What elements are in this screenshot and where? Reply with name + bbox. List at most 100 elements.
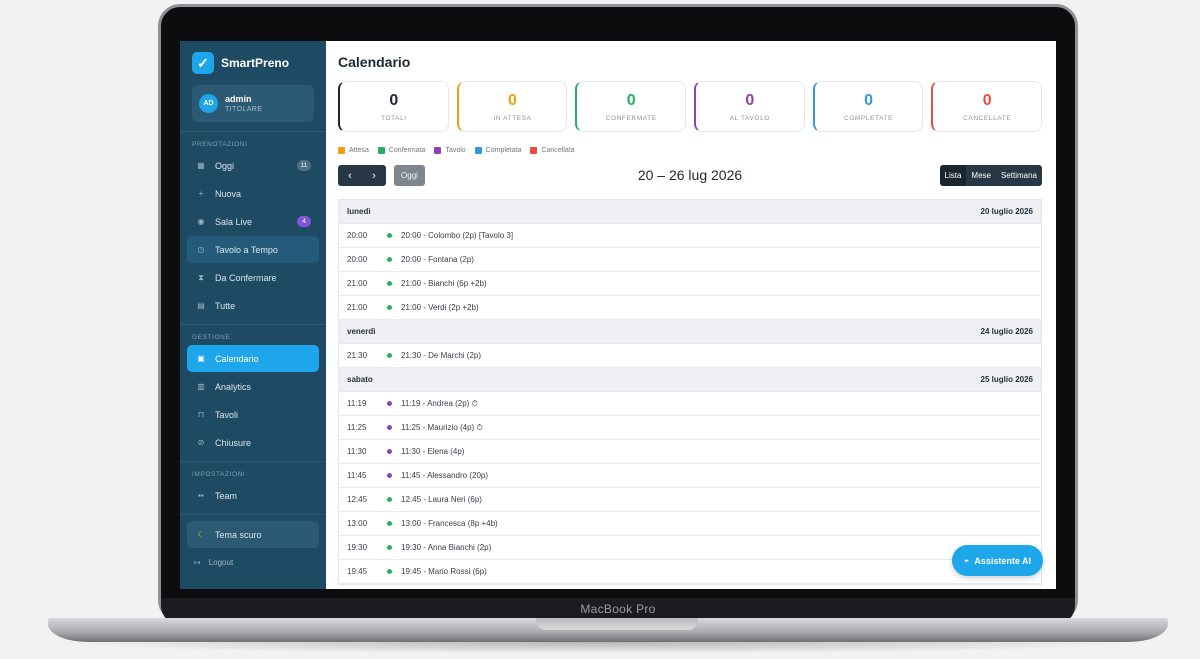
- stat-card[interactable]: 0 CANCELLATE: [931, 81, 1043, 132]
- legend-label: Completata: [485, 147, 522, 154]
- event-time: 11:30: [347, 447, 367, 456]
- no-entry-icon: ⊘: [197, 438, 205, 447]
- stat-value: 0: [508, 91, 517, 109]
- sidebar-item-label: Chiusure: [215, 437, 252, 448]
- assistant-ai-label: Assistente AI: [974, 555, 1031, 566]
- list-item[interactable]: 13:00 13:00 - Francesca (8p +4b): [339, 512, 1041, 536]
- date-range-title: 20 – 26 lug 2026: [637, 167, 743, 183]
- event-title: 12:45 - Laura Neri (6p): [401, 495, 482, 504]
- status-dot: [387, 545, 392, 550]
- calendar-icon: ▣: [197, 354, 205, 363]
- clipboard-icon: ▦: [197, 161, 205, 170]
- hourglass-icon: ⧗: [198, 272, 204, 282]
- status-dot: [387, 497, 392, 502]
- list-item[interactable]: 21:00 21:00 - Verdi (2p +2b): [339, 296, 1041, 320]
- view-button-lista[interactable]: Lista: [939, 165, 967, 186]
- sidebar-item-label: Analytics: [215, 381, 252, 392]
- stat-value: 0: [745, 91, 755, 109]
- list-item[interactable]: 19:45 19:45 - Mario Rossi (6p): [339, 560, 1041, 584]
- legend-swatch: [530, 147, 538, 154]
- stat-value: 0: [389, 91, 399, 109]
- event-title: 11:30 - Elena (4p): [401, 447, 465, 456]
- logout-icon: ↦: [194, 558, 201, 567]
- sidebar-item-team[interactable]: ▪▪ Team: [187, 482, 319, 509]
- sidebar-item-label: Nuova: [215, 188, 242, 199]
- event-time: 11:45: [347, 471, 367, 480]
- view-button-settimana[interactable]: Settimana: [995, 165, 1042, 186]
- stat-label: IN ATTESA: [493, 114, 532, 122]
- event-time: 20:00: [347, 231, 368, 240]
- theme-toggle[interactable]: ☾ Tema scuro: [187, 521, 319, 548]
- legend-label: Confermata: [388, 147, 426, 154]
- logout-link[interactable]: ↦ Logout: [180, 558, 326, 567]
- timer-icon: ◷: [197, 245, 205, 254]
- list-item[interactable]: 11:25 11:25 - Maurizio (4p) ⏱: [339, 416, 1041, 440]
- legend-label: Tavolo: [445, 147, 466, 154]
- list-item[interactable]: 11:19 11:19 - Andrea (2p) ⏱: [339, 392, 1041, 416]
- sidebar-item-chiusure[interactable]: ⊘ Chiusure: [187, 429, 319, 456]
- sidebar-item-da-confermare[interactable]: ⧗ Da Confermare: [187, 264, 319, 291]
- event-title: 20:00 - Colombo (2p) [Tavolo 3]: [401, 231, 514, 240]
- event-time: 11:19: [347, 399, 367, 408]
- sidebar-item-calendario[interactable]: ▣ Calendario: [187, 345, 319, 372]
- list-item[interactable]: 21:00 21:00 - Bianchi (6p +2b): [339, 272, 1041, 296]
- sidebar-item-oggi[interactable]: ▦ Oggi 11: [187, 152, 319, 179]
- status-dot: [387, 257, 392, 262]
- section-label-prenotazioni: PRENOTAZIONI: [192, 141, 248, 148]
- stat-value: 0: [864, 91, 873, 109]
- list-item[interactable]: 19:30 19:30 - Anna Bianchi (2p): [339, 536, 1041, 560]
- stat-card[interactable]: 0 CONFERMATE: [575, 81, 687, 132]
- status-dot: [387, 305, 392, 310]
- legend-item: Attesa: [338, 147, 369, 154]
- list-item[interactable]: 12:45 12:45 - Laura Neri (6p): [339, 488, 1041, 512]
- logout-label: Logout: [208, 558, 234, 567]
- sidebar-item-label: Tavoli: [215, 409, 239, 420]
- dish-icon: ◉: [197, 217, 205, 226]
- day-weekday: sabato: [347, 375, 373, 384]
- assistant-ai-button[interactable]: ◓ Assistente AI: [951, 545, 1043, 576]
- stat-card[interactable]: 0 IN ATTESA: [456, 81, 568, 132]
- status-dot: [387, 401, 392, 406]
- sidebar-item-tavoli[interactable]: ⊓ Tavoli: [187, 401, 319, 428]
- event-time: 21:00: [347, 279, 368, 288]
- app-screen: ✓ SmartPreno AD admin TITOLARE PRENOTAZI…: [180, 41, 1056, 589]
- main-content: Calendario 0 TOTALI 0 IN ATTESA 0 CONFERMATE 0…: [326, 41, 1056, 589]
- stats-row: 0 TOTALI 0 IN ATTESA 0 CONFERMATE 0 AL TAVOLO 0 C…: [338, 81, 1043, 132]
- sidebar-item-analytics[interactable]: ▥ Analytics: [187, 373, 319, 400]
- status-dot: [387, 449, 392, 454]
- list-item[interactable]: 20:00 20:00 - Colombo (2p) [Tavolo 3]: [339, 224, 1041, 248]
- stat-label: TOTALI: [380, 114, 407, 122]
- list-item[interactable]: 21:30 21:30 - De Marchi (2p): [339, 344, 1041, 368]
- status-dot: [387, 233, 392, 238]
- list-icon: ▤: [197, 301, 205, 310]
- sidebar-item-label: Calendario: [215, 353, 259, 364]
- day-weekday: lunedì: [347, 207, 371, 216]
- chair-icon: ⊓: [197, 410, 205, 419]
- user-card[interactable]: AD admin TITOLARE: [192, 85, 314, 122]
- chart-icon: ▥: [197, 382, 205, 391]
- sidebar-item-label: Da Confermare: [215, 272, 277, 283]
- list-item[interactable]: 11:30 11:30 - Elena (4p): [339, 440, 1041, 464]
- legend-item: Completata: [474, 147, 522, 154]
- stat-card[interactable]: 0 COMPLETATE: [812, 81, 924, 132]
- avatar: AD: [199, 94, 218, 113]
- sidebar-item-tutte[interactable]: ▤ Tutte: [187, 292, 319, 319]
- view-button-mese[interactable]: Mese: [966, 165, 996, 186]
- stat-label: CONFERMATE: [605, 114, 657, 122]
- list-item[interactable]: 20:00 20:00 - Fontana (2p): [339, 248, 1041, 272]
- day-header: venerdì 24 luglio 2026: [339, 320, 1041, 344]
- sidebar-item-tavolo-a-tempo[interactable]: ◷ Tavolo a Tempo: [187, 236, 319, 263]
- app-logo[interactable]: ✓ SmartPreno: [180, 41, 326, 85]
- stat-card[interactable]: 0 TOTALI: [338, 81, 449, 132]
- day-date: 25 luglio 2026: [980, 375, 1033, 384]
- stat-card[interactable]: 0 AL TAVOLO: [694, 81, 805, 132]
- sidebar-item-sala-live[interactable]: ◉ Sala Live 4: [187, 208, 319, 235]
- status-dot: [387, 281, 392, 286]
- event-time: 20:00: [347, 255, 368, 264]
- day-weekday: venerdì: [347, 327, 376, 336]
- sidebar-item-nuova[interactable]: + Nuova: [187, 180, 319, 207]
- status-dot: [387, 569, 392, 574]
- day-header: lunedì 20 luglio 2026: [339, 200, 1041, 224]
- legend-item: Confermata: [377, 147, 426, 154]
- list-item[interactable]: 11:45 11:45 - Alessandro (20p): [339, 464, 1041, 488]
